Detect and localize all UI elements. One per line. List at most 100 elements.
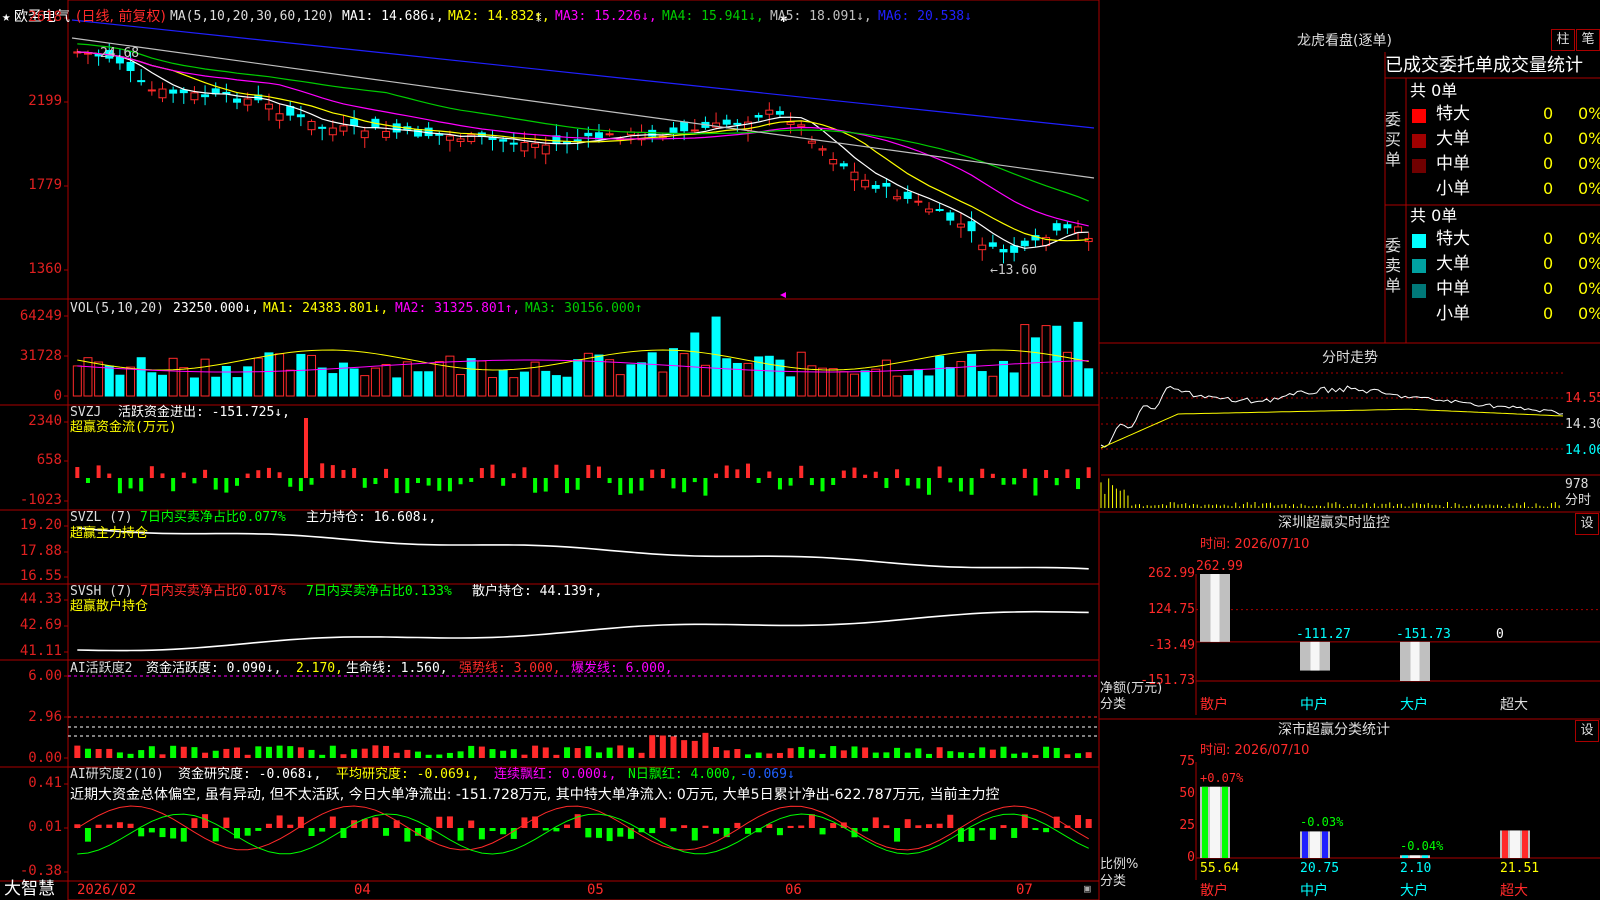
main-holding-line xyxy=(77,527,1089,570)
ma6-value: MA6: 20.538↓ xyxy=(878,9,972,24)
y-tick: -1023 xyxy=(19,492,62,508)
order-pct: 0% xyxy=(1578,179,1600,198)
kline-chart[interactable]: ⁑ ✱ xyxy=(0,0,1600,900)
chart-mode[interactable]: (日线, 前复权) xyxy=(76,10,166,24)
volume-bar xyxy=(1062,351,1072,397)
activity-bar xyxy=(702,732,709,758)
fund-flow-bar xyxy=(650,469,655,478)
fund-flow-bar xyxy=(565,478,570,494)
fund-flow-bar xyxy=(948,478,953,483)
fund-flow-bar xyxy=(501,478,506,486)
volume-bar xyxy=(945,367,955,397)
fund-flow-bar xyxy=(426,478,431,486)
candle-body xyxy=(169,89,178,94)
volume-bar xyxy=(1009,372,1019,397)
candle-body xyxy=(935,209,944,212)
volume-bar xyxy=(147,372,157,397)
candle-body xyxy=(360,130,369,139)
fund-flow-bar xyxy=(863,474,868,478)
volume-bar xyxy=(647,352,657,397)
ma5-value: MA5: 18.091↓, xyxy=(770,9,872,24)
volume-bar xyxy=(456,374,466,397)
activity-bar xyxy=(180,746,187,758)
volume-bar xyxy=(999,360,1009,397)
research-bar xyxy=(872,817,879,828)
order-count: 0 xyxy=(1543,254,1554,273)
y-tick: 1779 xyxy=(28,177,62,193)
research-bar xyxy=(659,817,666,828)
activity-bar xyxy=(681,740,688,758)
activity-bar xyxy=(787,748,794,758)
research-bar xyxy=(468,820,475,828)
fund-flow-bar xyxy=(533,478,538,493)
activity-bar xyxy=(329,745,336,758)
volume-bar xyxy=(658,371,668,397)
volume-bar xyxy=(72,365,82,397)
y-tick: 0.00 xyxy=(28,750,62,766)
research-bar xyxy=(776,828,783,836)
lock-icon[interactable]: ▣ xyxy=(1084,883,1091,894)
research-bar xyxy=(170,828,177,839)
research-bar xyxy=(979,828,986,831)
sz-class-time: 时间: 2026/07/10 xyxy=(1200,743,1310,758)
monitor-bar-highlight xyxy=(1210,574,1220,642)
legend-swatch xyxy=(1412,134,1426,148)
activity-bar xyxy=(585,746,592,758)
sell-total: 共 0单 xyxy=(1410,206,1458,225)
fund-flow-bar xyxy=(447,478,452,492)
order-count: 0 xyxy=(1543,304,1554,323)
fund-flow-bar xyxy=(235,478,240,486)
volume-bar xyxy=(796,351,806,397)
y-tick: 19.20 xyxy=(19,517,62,533)
activity-bar xyxy=(904,752,911,758)
y-tick: 2340 xyxy=(28,413,62,429)
svsh-subtitle: 超赢散户持仓 xyxy=(70,599,149,614)
ma3-value: MA3: 15.226↓, xyxy=(555,9,657,24)
intraday-avg-line xyxy=(1100,408,1564,449)
activity-bar xyxy=(1021,752,1028,758)
svzl-subtitle: 超赢主力持仓 xyxy=(70,526,149,541)
research-bar xyxy=(883,825,890,828)
ma1-value: MA1: 14.686↓, xyxy=(342,9,444,24)
volume-bar xyxy=(392,377,402,397)
lhb-title: 龙虎看盘(逐单) xyxy=(1297,33,1392,49)
activity-bar xyxy=(883,752,890,758)
y-tick: 0.41 xyxy=(28,775,62,791)
class-bar-highlight xyxy=(1310,831,1320,858)
fund-flow-bar xyxy=(320,463,325,478)
volume-bar xyxy=(871,368,881,397)
svzj-subtitle: 超赢资金流(万元) xyxy=(70,420,177,435)
activity-bar xyxy=(372,745,379,758)
sz-class-settings-button[interactable]: 设 xyxy=(1575,720,1599,742)
tab-tick-view[interactable]: 笔 xyxy=(1576,29,1600,51)
activity-bar xyxy=(542,747,549,758)
fund-flow-bar xyxy=(181,472,186,478)
research-bar xyxy=(553,828,560,832)
activity-bar xyxy=(840,750,847,758)
candle-body xyxy=(722,119,731,125)
fund-flow-bar xyxy=(618,478,623,495)
class-bar-edge xyxy=(1502,830,1508,858)
activity-bar xyxy=(947,751,954,758)
activity-bar xyxy=(957,752,964,758)
activity-bar xyxy=(1075,753,1082,758)
sz-monitor-settings-button[interactable]: 设 xyxy=(1575,513,1599,535)
tab-bar-view[interactable]: 柱 xyxy=(1551,29,1575,51)
class-category: 大户 xyxy=(1400,883,1428,899)
activity-bar xyxy=(872,752,879,758)
y-tick: 6.00 xyxy=(28,668,62,684)
fund-flow-bar xyxy=(777,478,782,490)
volume-bar xyxy=(211,376,221,397)
candle-body xyxy=(882,182,891,187)
fund-flow-bar xyxy=(831,478,836,485)
volume-bar xyxy=(360,375,370,397)
volume-bar xyxy=(722,358,732,397)
activity-bar xyxy=(425,754,432,758)
research-bar xyxy=(127,823,134,828)
research-bar xyxy=(404,828,411,842)
research-bar xyxy=(649,828,656,834)
research-bar xyxy=(936,823,943,828)
candle-body xyxy=(786,121,795,125)
ai2-research: 资金研究度: -0.068↓, xyxy=(178,767,322,782)
volume-bar xyxy=(243,366,253,397)
